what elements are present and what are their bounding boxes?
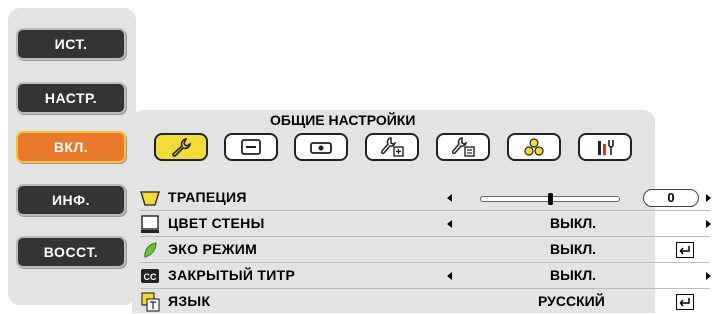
slider-thumb[interactable] xyxy=(548,193,553,205)
wall-color-icon xyxy=(141,215,159,233)
setting-row-closed-caption[interactable]: CC ЗАКРЫТЫЙ ТИТР ВЫКЛ. xyxy=(140,265,711,288)
tab-general[interactable] xyxy=(154,133,208,161)
arrow-right-icon[interactable] xyxy=(706,194,711,202)
tab-source-info[interactable] xyxy=(578,133,632,161)
trapezoid-icon xyxy=(140,191,160,206)
arrow-right-icon[interactable] xyxy=(706,272,711,280)
tab-options2[interactable] xyxy=(436,133,490,161)
wrench-settings-icon xyxy=(451,137,475,157)
setting-label-keystone: ТРАПЕЦИЯ xyxy=(168,189,247,205)
enter-icon[interactable] xyxy=(676,294,694,310)
menu-icon xyxy=(241,139,261,155)
arrow-left-icon[interactable] xyxy=(447,220,452,228)
menu-item-info[interactable]: ИНФ. xyxy=(16,184,126,216)
wrench-icon xyxy=(172,138,191,157)
cc-icon: CC xyxy=(141,269,159,283)
panel-title: ОБЩИЕ НАСТРОЙКИ xyxy=(270,112,416,128)
menu-item-reset[interactable]: ВОССТ. xyxy=(16,236,126,268)
menu-item-source[interactable]: ИСТ. xyxy=(16,28,126,60)
setting-value-language: РУССКИЙ xyxy=(538,293,605,309)
row-divider xyxy=(140,288,710,289)
arrow-left-icon[interactable] xyxy=(447,194,452,202)
row-divider xyxy=(140,210,710,211)
menu-item-setup[interactable]: НАСТР. xyxy=(16,82,126,114)
tab-installation[interactable] xyxy=(294,133,348,161)
tools-icon xyxy=(598,140,614,155)
projector-icon xyxy=(310,142,332,154)
keystone-slider[interactable] xyxy=(480,193,620,205)
setting-row-keystone[interactable]: ТРАПЕЦИЯ 0 xyxy=(140,187,711,210)
menu-item-on[interactable]: ВКЛ. xyxy=(16,131,126,163)
tab-menu[interactable] xyxy=(224,133,278,161)
tab-options1[interactable] xyxy=(365,133,419,161)
setting-value-closed-caption: ВЫКЛ. xyxy=(550,267,597,283)
arrow-left-icon[interactable] xyxy=(447,272,452,280)
setting-value-eco-mode: ВЫКЛ. xyxy=(550,241,597,257)
setting-label-closed-caption: ЗАКРЫТЫЙ ТИТР xyxy=(168,267,296,283)
setting-label-wall-color: ЦВЕТ СТЕНЫ xyxy=(168,215,265,231)
tab-network[interactable] xyxy=(507,133,561,161)
row-divider xyxy=(140,236,710,237)
setting-value-wall-color: ВЫКЛ. xyxy=(550,215,597,231)
leaf-icon xyxy=(144,242,157,258)
svg-text:CC: CC xyxy=(144,272,157,282)
row-divider xyxy=(140,262,710,263)
setting-row-language[interactable]: ЯЗЫК РУССКИЙ xyxy=(140,291,710,314)
keystone-value: 0 xyxy=(643,189,699,207)
setting-label-language: ЯЗЫК xyxy=(168,293,211,309)
setting-label-eco-mode: ЭКО РЕЖИМ xyxy=(168,241,258,257)
network-icon xyxy=(524,138,544,156)
language-icon xyxy=(141,292,160,312)
enter-icon[interactable] xyxy=(676,242,694,258)
arrow-right-icon[interactable] xyxy=(706,220,711,228)
setting-row-wall-color[interactable]: ЦВЕТ СТЕНЫ ВЫКЛ. xyxy=(140,213,711,236)
setting-row-eco-mode[interactable]: ЭКО РЕЖИМ ВЫКЛ. xyxy=(140,239,710,262)
wrench-plus-icon xyxy=(380,137,404,157)
